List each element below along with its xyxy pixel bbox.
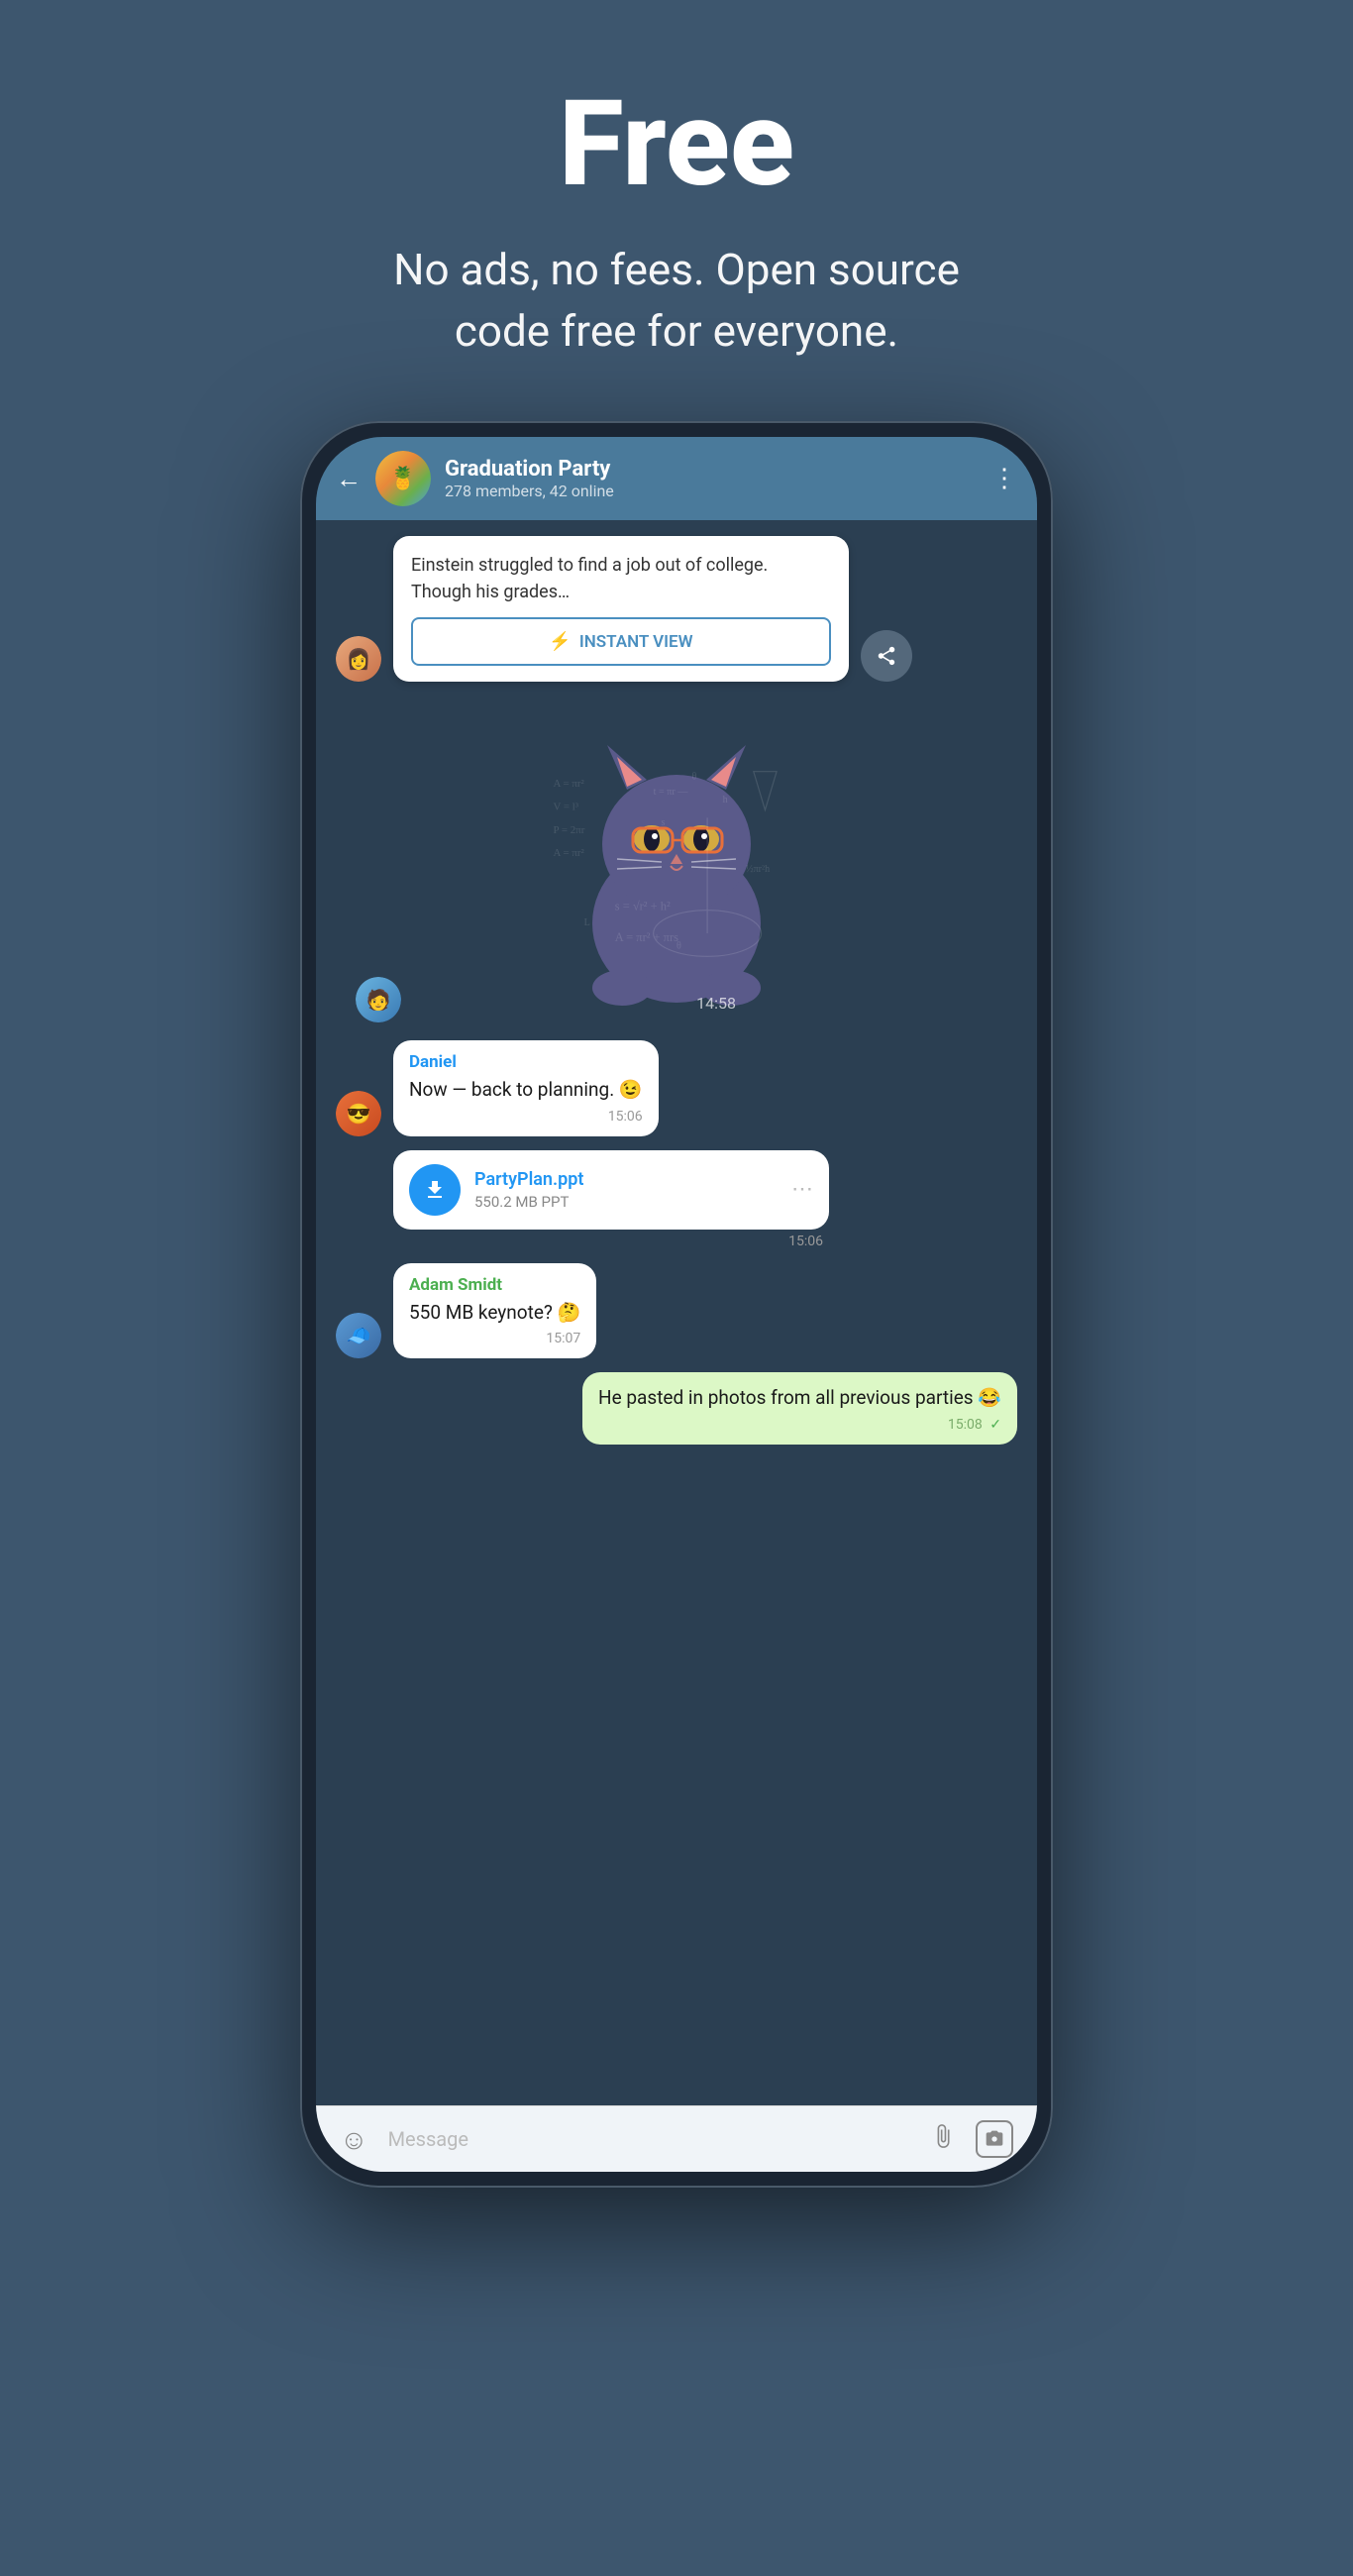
avatar-girl-img: 👩 <box>336 636 381 682</box>
file-size: 550.2 MB PPT <box>474 1193 778 1211</box>
file-more-button[interactable]: ⋯ <box>791 1177 813 1202</box>
share-icon <box>876 645 897 667</box>
bubble-adam: Adam Smidt 550 MB keynote? 🤔 15:07 <box>393 1263 596 1359</box>
message-placeholder: Message <box>388 2127 468 2151</box>
bubble-daniel: Daniel Now — back to planning. 😉 15:06 <box>393 1040 659 1136</box>
daniel-time: 15:06 <box>409 1109 643 1125</box>
message-row-adam: 🧢 Adam Smidt 550 MB keynote? 🤔 15:07 <box>336 1263 1017 1359</box>
chat-info: Graduation Party 278 members, 42 online <box>445 457 978 500</box>
avatar-daniel: 😎 <box>336 1091 381 1136</box>
svg-text:θ: θ <box>676 941 681 952</box>
phone-outer: ← 🍍 Graduation Party 278 members, 42 onl… <box>300 421 1053 2188</box>
svg-text:s = √r² + h²: s = √r² + h² <box>615 900 671 913</box>
emoji-button[interactable]: ☺ <box>340 2123 368 2156</box>
chat-meta: 278 members, 42 online <box>445 482 978 500</box>
message-row-article: 👩 Einstein struggled to find a job out o… <box>336 536 1017 682</box>
svg-text:½πr²h: ½πr²h <box>746 864 770 875</box>
svg-text:L: L <box>584 917 590 928</box>
svg-text:V = l³: V = l³ <box>554 802 579 813</box>
file-bubble: PartyPlan.ppt 550.2 MB PPT ⋯ <box>393 1150 829 1230</box>
article-bubble: Einstein struggled to find a job out of … <box>393 536 849 682</box>
svg-text:P = 2πr: P = 2πr <box>554 824 585 836</box>
share-button[interactable] <box>861 630 912 682</box>
file-info: PartyPlan.ppt 550.2 MB PPT <box>474 1169 778 1211</box>
adam-time: 15:07 <box>409 1331 580 1346</box>
iv-label: INSTANT VIEW <box>579 632 693 652</box>
avatar-boy1: 🧑 <box>356 977 401 1022</box>
bubble-own: He pasted in photos from all previous pa… <box>582 1372 1017 1445</box>
chat-header: ← 🍍 Graduation Party 278 members, 42 onl… <box>316 437 1037 520</box>
back-button[interactable]: ← <box>336 464 362 494</box>
hero-subtitle: No ads, no fees. Open sourcecode free fo… <box>393 240 960 362</box>
svg-text:A = πr²: A = πr² <box>554 847 585 859</box>
avatar-boy1-img: 🧑 <box>356 977 401 1022</box>
chat-input-bar: ☺ Message <box>316 2105 1037 2172</box>
file-name: PartyPlan.ppt <box>474 1169 778 1190</box>
chat-name: Graduation Party <box>445 457 978 482</box>
phone-mockup: ← 🍍 Graduation Party 278 members, 42 onl… <box>300 421 1053 2188</box>
svg-text:t = πr —: t = πr — <box>654 787 689 798</box>
article-text: Einstein struggled to find a job out of … <box>393 536 849 617</box>
avatar-girl: 👩 <box>336 636 381 682</box>
phone-inner: ← 🍍 Graduation Party 278 members, 42 onl… <box>316 437 1037 2172</box>
avatar-daniel-img: 😎 <box>336 1091 381 1136</box>
more-button[interactable]: ⋮ <box>991 464 1017 493</box>
download-button[interactable] <box>409 1164 461 1216</box>
read-checkmark: ✓ <box>989 1417 1001 1433</box>
sticker-container: A = πr² V = l³ P = 2πr A = πr² t = πr — … <box>538 696 815 1032</box>
svg-text:s: s <box>661 817 665 828</box>
chat-body: 👩 Einstein struggled to find a job out o… <box>316 520 1037 2105</box>
hero-title: Free <box>393 79 960 210</box>
lightning-icon: ⚡ <box>549 631 571 652</box>
math-background: A = πr² V = l³ P = 2πr A = πr² t = πr — … <box>538 696 815 1032</box>
daniel-text: Now — back to planning. 😉 <box>409 1076 643 1105</box>
message-row-own: He pasted in photos from all previous pa… <box>336 1372 1017 1445</box>
svg-text:θ: θ <box>692 772 697 783</box>
own-time: 15:08 ✓ <box>598 1417 1001 1433</box>
group-avatar: 🍍 <box>375 451 431 506</box>
paperclip-icon <box>930 2123 956 2149</box>
file-time: 15:06 <box>393 1234 829 1249</box>
message-row-file: PartyPlan.ppt 550.2 MB PPT ⋯ 15:06 <box>336 1150 1017 1249</box>
svg-text:A = πr² + πrs: A = πr² + πrs <box>615 930 678 944</box>
own-text: He pasted in photos from all previous pa… <box>598 1384 1001 1413</box>
file-bubble-wrapper: PartyPlan.ppt 550.2 MB PPT ⋯ 15:06 <box>393 1150 829 1249</box>
svg-text:A = πr²: A = πr² <box>554 778 585 790</box>
instant-view-button[interactable]: ⚡ INSTANT VIEW <box>411 617 831 666</box>
adam-text: 550 MB keynote? 🤔 <box>409 1299 580 1328</box>
camera-icon <box>985 2129 1004 2149</box>
message-row-daniel: 😎 Daniel Now — back to planning. 😉 15:06 <box>336 1040 1017 1136</box>
message-input[interactable]: Message <box>388 2127 910 2151</box>
adam-sender: Adam Smidt <box>409 1275 580 1295</box>
avatar-adam: 🧢 <box>336 1313 381 1358</box>
hero-section: Free No ads, no fees. Open sourcecode fr… <box>354 0 999 421</box>
daniel-sender: Daniel <box>409 1052 643 1072</box>
sticker-time: 14:58 <box>696 994 736 1013</box>
sticker-row: 🧑 A = πr² V = l³ P = 2πr A = πr² t = πr … <box>336 696 1017 1032</box>
camera-button[interactable] <box>976 2120 1013 2158</box>
group-avatar-img: 🍍 <box>375 451 431 506</box>
svg-text:h: h <box>723 795 728 805</box>
download-icon <box>423 1178 447 1202</box>
avatar-adam-img: 🧢 <box>336 1313 381 1358</box>
attach-button[interactable] <box>930 2123 956 2156</box>
article-bubble-wrapper: Einstein struggled to find a job out of … <box>393 536 849 682</box>
